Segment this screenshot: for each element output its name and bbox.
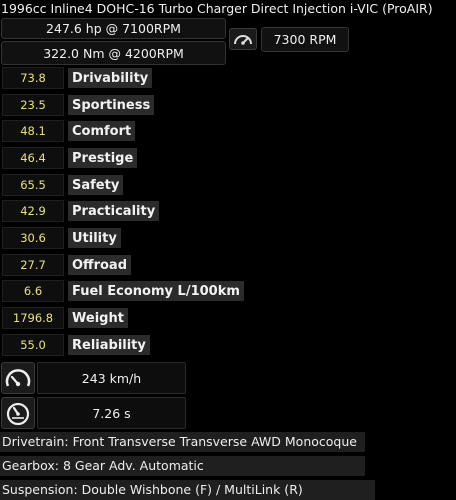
- tachometer-icon: [234, 35, 252, 45]
- stat-value: 42.9: [2, 200, 64, 222]
- stat-value: 1796.8: [2, 307, 64, 329]
- stat-label: Fuel Economy L/100km: [68, 281, 244, 301]
- stat-label: Sportiness: [68, 95, 155, 115]
- speedometer-button[interactable]: [1, 362, 35, 394]
- stat-row: 73.8 Drivability: [0, 67, 300, 91]
- acceleration-row: 7.26 s: [0, 397, 186, 429]
- stat-value: 30.6: [2, 227, 64, 249]
- acceleration-value: 7.26 s: [37, 397, 186, 429]
- stat-row: 65.5 Safety: [0, 174, 300, 198]
- stat-row: 1796.8 Weight: [0, 307, 300, 331]
- gearbox-info: Gearbox: 8 Gear Adv. Automatic: [0, 456, 365, 476]
- stat-label: Safety: [68, 175, 124, 195]
- power-readout: 247.6 hp @ 7100RPM: [1, 18, 226, 39]
- stat-value: 65.5: [2, 174, 64, 196]
- torque-readout: 322.0 Nm @ 4200RPM: [1, 41, 226, 65]
- redline-readout: 7300 RPM: [261, 27, 349, 52]
- stat-row: 23.5 Sportiness: [0, 94, 300, 118]
- stat-label: Comfort: [68, 121, 136, 141]
- tachometer-button[interactable]: [229, 28, 257, 50]
- stat-row: 30.6 Utility: [0, 227, 300, 251]
- stat-label: Offroad: [68, 255, 132, 275]
- stat-label: Utility: [68, 228, 121, 248]
- stat-value: 55.0: [2, 334, 64, 356]
- stat-row: 48.1 Comfort: [0, 120, 300, 144]
- stat-row: 55.0 Reliability: [0, 334, 300, 358]
- stat-row: 27.7 Offroad: [0, 254, 300, 278]
- stat-value: 27.7: [2, 254, 64, 276]
- stat-value: 6.6: [2, 280, 64, 302]
- stat-label: Reliability: [68, 335, 150, 355]
- stat-value: 73.8: [2, 67, 64, 89]
- stat-label: Drivability: [68, 68, 153, 88]
- stat-value: 23.5: [2, 94, 64, 116]
- stat-row: 6.6 Fuel Economy L/100km: [0, 280, 300, 304]
- stat-label: Practicality: [68, 201, 160, 221]
- suspension-info: Suspension: Double Wishbone (F) / MultiL…: [0, 480, 375, 500]
- stat-label: Weight: [68, 308, 128, 328]
- top-speed-value: 243 km/h: [37, 362, 186, 394]
- drivetrain-info: Drivetrain: Front Transverse Transverse …: [0, 432, 365, 452]
- stat-label: Prestige: [68, 148, 138, 168]
- stat-row: 46.4 Prestige: [0, 147, 300, 171]
- top-speed-row: 243 km/h: [0, 362, 186, 394]
- stat-value: 48.1: [2, 120, 64, 142]
- stopwatch-gauge-icon: [6, 402, 30, 426]
- speedometer-icon: [5, 369, 31, 387]
- acceleration-button[interactable]: [1, 397, 35, 429]
- stat-row: 42.9 Practicality: [0, 200, 300, 224]
- engine-title: 1996cc Inline4 DOHC-16 Turbo Charger Dir…: [1, 1, 433, 16]
- stat-value: 46.4: [2, 147, 64, 169]
